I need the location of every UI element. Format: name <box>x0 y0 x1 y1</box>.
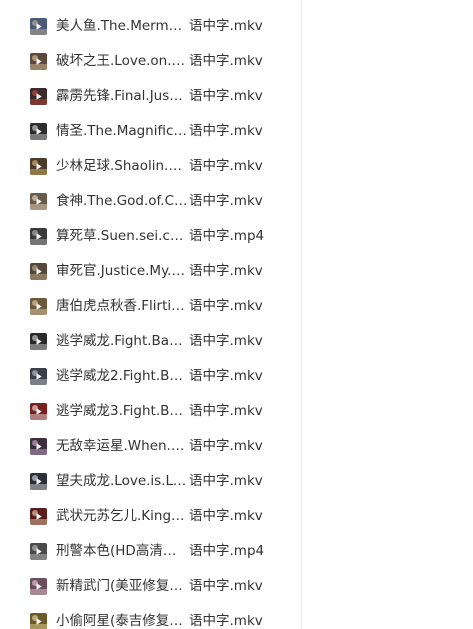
file-list-item[interactable]: 武状元苏乞儿.King.o... 语中字.mkv <box>4 499 301 534</box>
file-list-item[interactable]: 唐伯虎点秋香.Flirtin... 语中字.mkv <box>4 289 301 324</box>
film-thumbnail-icon <box>30 53 47 70</box>
file-list-item[interactable]: 逃学威龙3.Fight.Bac... 语中字.mkv <box>4 394 301 429</box>
file-list-item[interactable]: 破坏之王.Love.on.D... 语中字.mkv <box>4 44 301 79</box>
file-name: 唐伯虎点秋香.Flirtin... <box>56 298 188 314</box>
film-thumbnail-icon <box>30 123 47 140</box>
file-suffix: 语中字.mkv <box>189 88 263 104</box>
file-suffix: 语中字.mkv <box>189 298 263 314</box>
file-suffix: 语中字.mkv <box>189 508 263 524</box>
file-list-item[interactable]: 逃学威龙2.Fight.Bac... 语中字.mkv <box>4 359 301 394</box>
file-list-item[interactable]: 小偷阿星(泰吉修复).... 语中字.mkv <box>4 604 301 629</box>
file-suffix: 语中字.mkv <box>189 18 263 34</box>
file-name: 审死官.Justice.My.F... <box>56 263 188 279</box>
film-thumbnail-icon <box>30 543 47 560</box>
file-name: 算死草.Suen.sei.cho... <box>56 228 188 244</box>
film-thumbnail-icon <box>30 263 47 280</box>
file-suffix: 语中字.mkv <box>189 333 263 349</box>
film-thumbnail-icon <box>30 333 47 350</box>
file-list-item[interactable]: 无敌幸运星.When.F... 语中字.mkv <box>4 429 301 464</box>
file-list-item[interactable]: 食神.The.God.of.Co... 语中字.mkv <box>4 184 301 219</box>
file-suffix: 语中字.mkv <box>189 368 263 384</box>
film-thumbnail-icon <box>30 438 47 455</box>
film-thumbnail-icon <box>30 613 47 629</box>
file-suffix: 语中字.mkv <box>189 158 263 174</box>
file-list-item[interactable]: 望夫成龙.Love.is.Lov... 语中字.mkv <box>4 464 301 499</box>
file-name: 小偷阿星(泰吉修复).... <box>56 613 188 629</box>
file-suffix: 语中字.mkv <box>189 438 263 454</box>
file-name: 无敌幸运星.When.F... <box>56 438 188 454</box>
film-thumbnail-icon <box>30 193 47 210</box>
file-list-item[interactable]: 算死草.Suen.sei.cho... 语中字.mp4 <box>4 219 301 254</box>
file-name: 新精武门(美亚修复).... <box>56 578 188 594</box>
file-list-item[interactable]: 美人鱼.The.Mermai... 语中字.mkv <box>4 9 301 44</box>
file-name: 望夫成龙.Love.is.Lov... <box>56 473 188 489</box>
file-list: 美人鱼.The.Mermai... 语中字.mkv 破坏之王.Love.on.D..… <box>4 9 301 629</box>
file-suffix: 语中字.mkv <box>189 193 263 209</box>
file-suffix: 语中字.mkv <box>189 403 263 419</box>
film-thumbnail-icon <box>30 228 47 245</box>
file-suffix: 语中字.mkv <box>189 613 263 629</box>
file-name: 美人鱼.The.Mermai... <box>56 18 188 34</box>
film-thumbnail-icon <box>30 473 47 490</box>
film-thumbnail-icon <box>30 298 47 315</box>
empty-content-area <box>303 0 473 629</box>
file-list-item[interactable]: 情圣.The.Magnifice... 语中字.mkv <box>4 114 301 149</box>
file-suffix: 语中字.mkv <box>189 123 263 139</box>
file-name: 武状元苏乞儿.King.o... <box>56 508 188 524</box>
file-name: 少林足球.Shaolin.So... <box>56 158 188 174</box>
film-thumbnail-icon <box>30 18 47 35</box>
file-name: 食神.The.God.of.Co... <box>56 193 188 209</box>
file-suffix: 语中字.mkv <box>189 263 263 279</box>
file-suffix: 语中字.mp4 <box>189 543 265 559</box>
file-suffix: 语中字.mkv <box>189 578 263 594</box>
file-suffix: 语中字.mp4 <box>189 228 265 244</box>
film-thumbnail-icon <box>30 158 47 175</box>
file-list-item[interactable]: 霹雳先锋.Final.Justic... 语中字.mkv <box>4 79 301 114</box>
file-name: 逃学威龙.Fight.Back... <box>56 333 188 349</box>
film-thumbnail-icon <box>30 88 47 105</box>
file-name: 情圣.The.Magnifice... <box>56 123 188 139</box>
file-name: 破坏之王.Love.on.D... <box>56 53 188 69</box>
file-name: 逃学威龙3.Fight.Bac... <box>56 403 188 419</box>
file-list-item[interactable]: 刑警本色(HD高清修... 语中字.mp4 <box>4 534 301 569</box>
file-list-item[interactable]: 新精武门(美亚修复).... 语中字.mkv <box>4 569 301 604</box>
film-thumbnail-icon <box>30 578 47 595</box>
file-list-item[interactable]: 审死官.Justice.My.F... 语中字.mkv <box>4 254 301 289</box>
file-suffix: 语中字.mkv <box>189 473 263 489</box>
film-thumbnail-icon <box>30 403 47 420</box>
file-list-item[interactable]: 少林足球.Shaolin.So... 语中字.mkv <box>4 149 301 184</box>
file-name: 逃学威龙2.Fight.Bac... <box>56 368 188 384</box>
film-thumbnail-icon <box>30 368 47 385</box>
film-thumbnail-icon <box>30 508 47 525</box>
file-list-item[interactable]: 逃学威龙.Fight.Back... 语中字.mkv <box>4 324 301 359</box>
file-name: 霹雳先锋.Final.Justic... <box>56 88 188 104</box>
file-list-panel: 美人鱼.The.Mermai... 语中字.mkv 破坏之王.Love.on.D..… <box>4 0 302 629</box>
file-suffix: 语中字.mkv <box>189 53 263 69</box>
file-name: 刑警本色(HD高清修... <box>56 543 188 559</box>
